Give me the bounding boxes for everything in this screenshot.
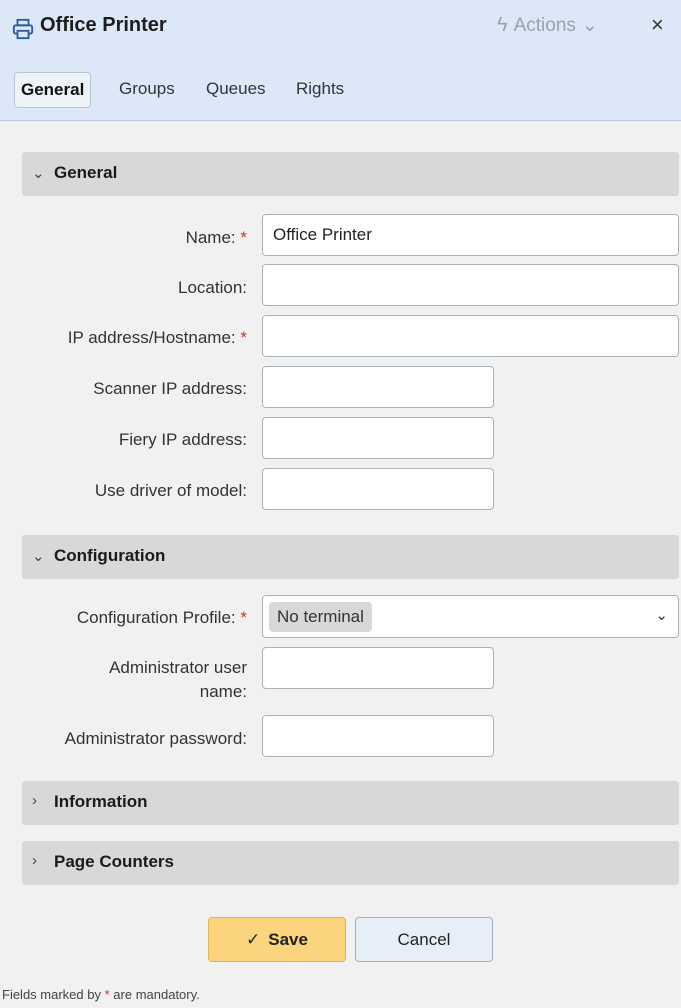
- section-configuration-header[interactable]: ⌄ Configuration: [22, 535, 679, 579]
- section-title: General: [54, 163, 118, 182]
- check-icon: ✓: [246, 929, 261, 949]
- location-field[interactable]: [262, 264, 679, 306]
- admin-password-field[interactable]: [262, 715, 494, 757]
- actions-menu[interactable]: ϟ Actions ⌄: [497, 14, 598, 37]
- actions-label: Actions: [513, 14, 576, 36]
- section-title: Information: [54, 792, 148, 811]
- driver-model-field[interactable]: [262, 468, 494, 510]
- section-title: Page Counters: [54, 852, 174, 871]
- config-profile-select[interactable]: No terminal ⌄: [262, 595, 679, 638]
- required-marker: *: [240, 228, 247, 247]
- bolt-icon: ϟ: [497, 14, 508, 36]
- tab-bar: General Groups Queues Rights: [0, 58, 681, 121]
- admin-user-field[interactable]: [262, 647, 494, 689]
- close-icon[interactable]: ×: [651, 12, 664, 38]
- tab-rights[interactable]: Rights: [296, 72, 344, 106]
- section-title: Configuration: [54, 546, 166, 565]
- printer-icon: [12, 18, 34, 40]
- selected-profile-chip: No terminal: [269, 602, 372, 632]
- required-marker: *: [240, 328, 247, 347]
- chevron-right-icon: ›: [32, 792, 37, 809]
- chevron-down-icon: ⌄: [581, 15, 598, 36]
- section-general-header[interactable]: ⌄ General: [22, 152, 679, 196]
- section-page-counters-header[interactable]: › Page Counters: [22, 841, 679, 885]
- location-label: Location:: [178, 278, 247, 297]
- ip-hostname-field[interactable]: [262, 315, 679, 357]
- cancel-label: Cancel: [397, 929, 451, 949]
- chevron-right-icon: ›: [32, 852, 37, 869]
- dialog-header: Office Printer ϟ Actions ⌄ ×: [0, 0, 681, 58]
- scanner-ip-field[interactable]: [262, 366, 494, 408]
- save-label: Save: [268, 929, 308, 949]
- ip-hostname-label: IP address/Hostname: *: [67, 328, 247, 347]
- section-information-header[interactable]: › Information: [22, 781, 679, 825]
- admin-password-label: Administrator password:: [64, 729, 247, 748]
- chevron-down-icon: ⌄: [655, 607, 668, 624]
- admin-user-label: Administrator user name:: [109, 658, 247, 701]
- tab-general[interactable]: General: [14, 72, 92, 108]
- name-label: Name: *: [185, 228, 247, 247]
- driver-model-label: Use driver of model:: [94, 481, 247, 500]
- fiery-ip-field[interactable]: [262, 417, 494, 459]
- tab-groups[interactable]: Groups: [119, 72, 175, 106]
- config-profile-label: Configuration Profile: *: [76, 608, 247, 627]
- save-button[interactable]: ✓ Save: [208, 917, 346, 962]
- name-field[interactable]: Office Printer: [262, 214, 679, 256]
- chevron-down-icon: ⌄: [32, 548, 45, 565]
- dialog-title: Office Printer: [40, 14, 167, 36]
- scanner-ip-label: Scanner IP address:: [93, 379, 247, 398]
- mandatory-note: Fields marked by * are mandatory.: [2, 987, 200, 1002]
- cancel-button[interactable]: Cancel: [355, 917, 493, 962]
- chevron-down-icon: ⌄: [32, 165, 45, 182]
- required-marker: *: [240, 608, 247, 627]
- tab-queues[interactable]: Queues: [206, 72, 266, 106]
- fiery-ip-label: Fiery IP address:: [118, 430, 247, 449]
